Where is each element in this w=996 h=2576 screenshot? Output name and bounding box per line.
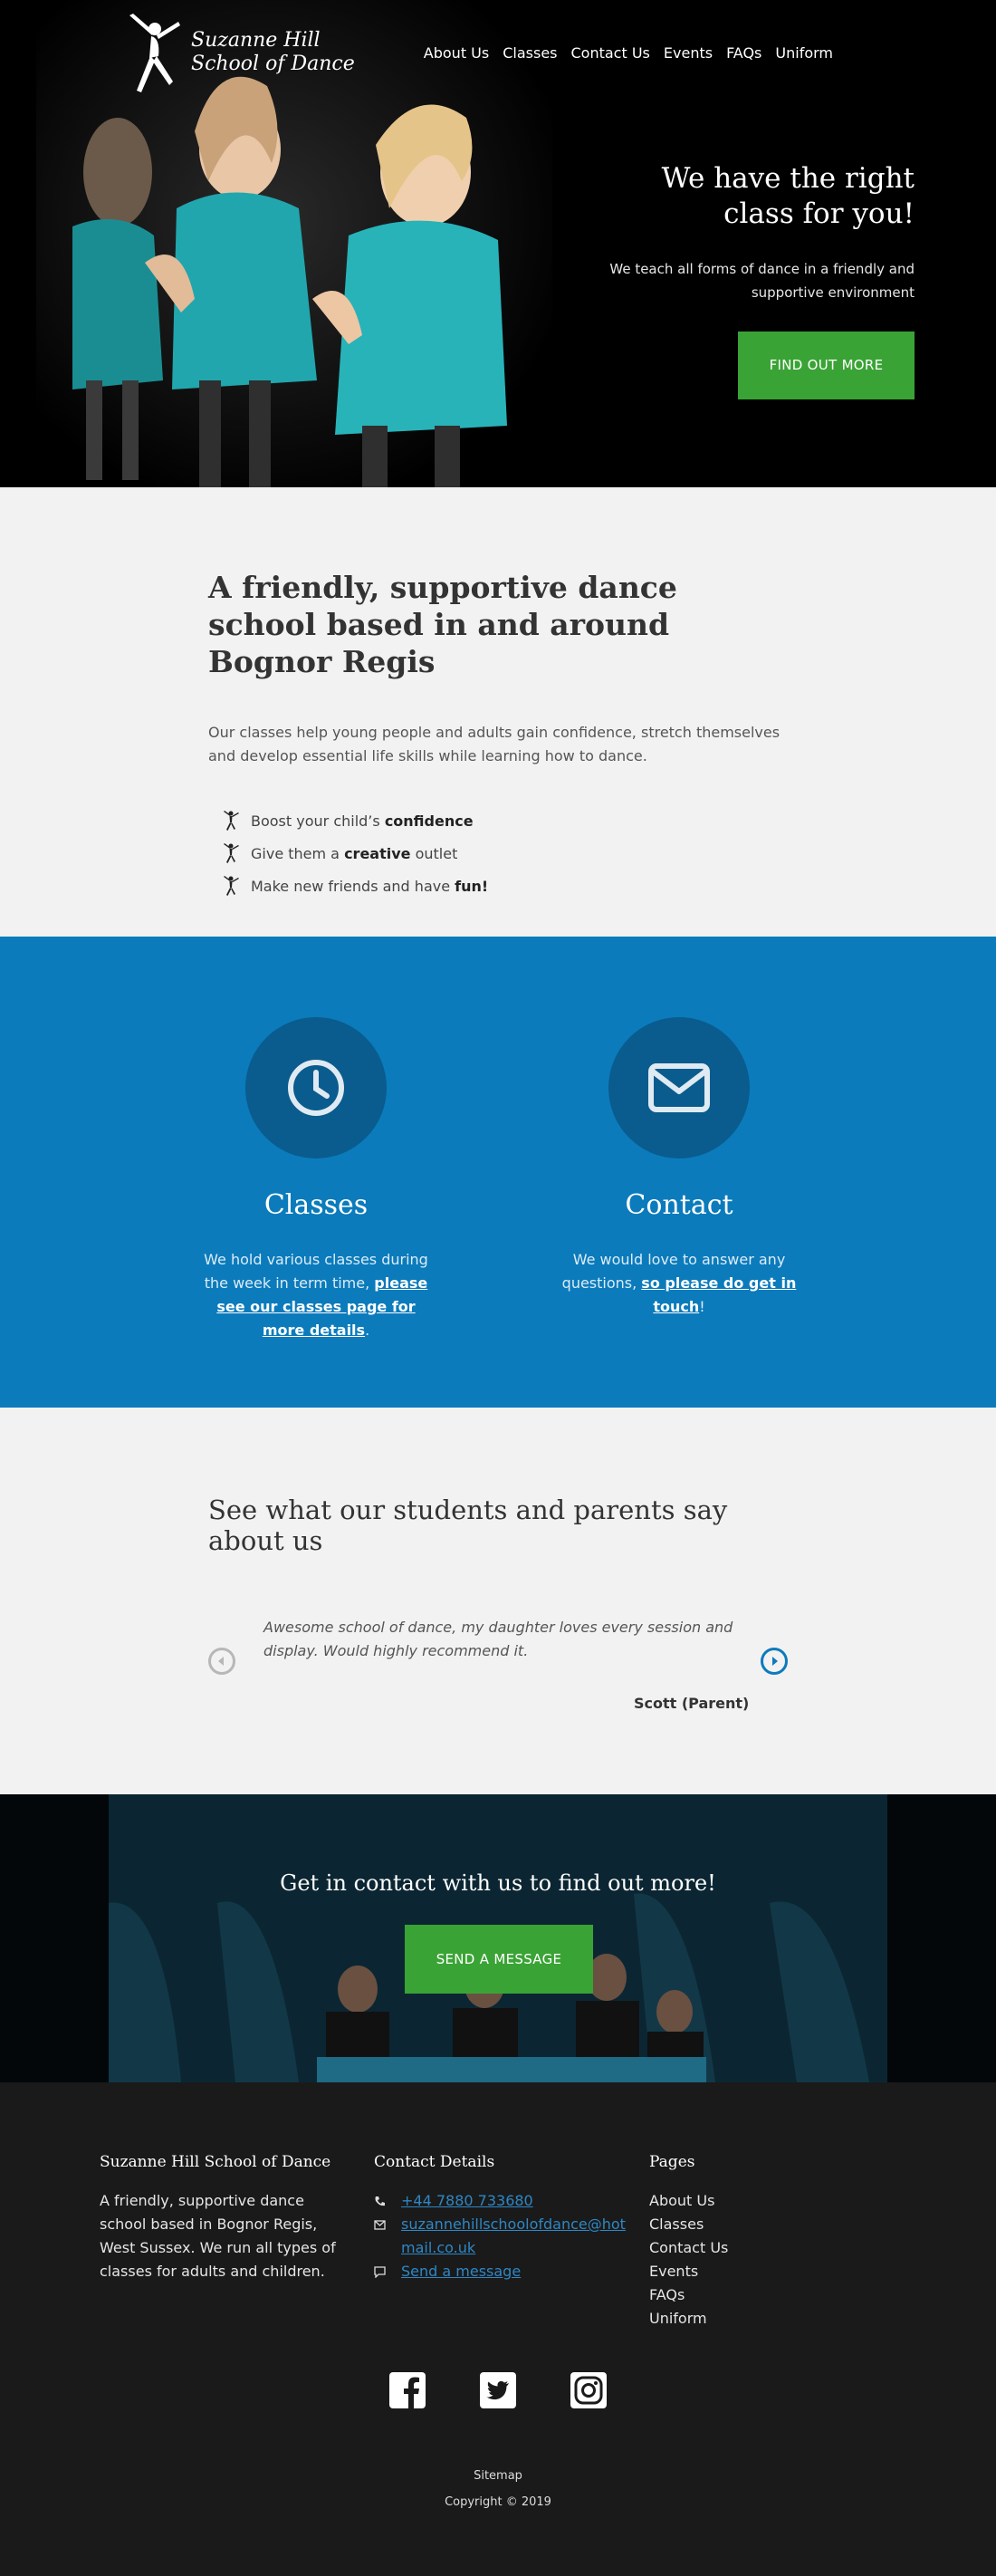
chat-bubble-icon (374, 2260, 388, 2283)
dancer-icon (224, 811, 239, 831)
benefit-text: Boost your child’s confidence (251, 812, 474, 830)
contact-text-tail: ! (699, 1298, 705, 1315)
nav-events[interactable]: Events (664, 44, 713, 62)
dancer-icon (224, 876, 239, 896)
intro-heading: A friendly, supportive dance school base… (208, 570, 677, 679)
social-links (0, 2372, 996, 2408)
site-footer: Suzanne Hill School of Dance A friendly,… (0, 2082, 996, 2576)
footer-link-classes[interactable]: Classes (649, 2213, 830, 2236)
testimonial-quote: Awesome school of dance, my daughter lov… (263, 1619, 733, 1659)
footer-phone-link[interactable]: +44 7880 733680 (401, 2189, 533, 2213)
footer-email-row: suzannehillschoolofdance@hotmail.co.uk (374, 2213, 627, 2260)
copyright-text: Copyright © 2019 (445, 2495, 551, 2509)
hero-section: Suzanne Hill School of Dance About Us Cl… (0, 0, 996, 487)
testimonials-section: See what our students and parents say ab… (0, 1408, 996, 1794)
chevron-left-icon (218, 1657, 224, 1666)
features-section: Classes We hold various classes during t… (0, 937, 996, 1408)
benefit-lead: Boost your child’s (251, 812, 385, 830)
hero-subtitle: We teach all forms of dance in a friendl… (609, 261, 915, 301)
footer-pages-heading: Pages (649, 2153, 695, 2171)
sitemap-link[interactable]: Sitemap (474, 2469, 522, 2483)
footer-phone-row: +44 7880 733680 (374, 2189, 627, 2213)
classes-icon-circle (245, 1017, 387, 1158)
get-in-touch-link[interactable]: so please do get in touch (641, 1274, 796, 1315)
classes-feature: Classes We hold various classes during t… (180, 1017, 452, 1342)
logo-wordmark: Suzanne Hill School of Dance (191, 29, 355, 76)
hero-title: We have the right class for you! (661, 162, 915, 230)
dancer-icon (224, 843, 239, 863)
site-logo[interactable]: Suzanne Hill School of Dance (120, 11, 355, 94)
instagram-icon[interactable] (570, 2372, 607, 2408)
contact-icon-circle (608, 1017, 750, 1158)
testimonial-prev-button[interactable] (208, 1648, 235, 1675)
intro-section: A friendly, supportive dance school base… (0, 487, 996, 937)
footer-contact: Contact Details +44 7880 733680 suzanneh… (374, 2153, 627, 2283)
phone-icon (374, 2189, 388, 2213)
chevron-right-icon (772, 1657, 778, 1666)
find-out-more-button[interactable]: FIND OUT MORE (738, 332, 915, 399)
intro-paragraph: Our classes help young people and adults… (208, 724, 781, 764)
cta-heading: Get in contact with us to find out more! (280, 1870, 716, 1896)
send-message-button[interactable]: SEND A MESSAGE (405, 1925, 593, 1994)
twitter-icon[interactable] (480, 2372, 516, 2408)
footer-link-about-us[interactable]: About Us (649, 2189, 830, 2213)
footer-about-text: A friendly, supportive dance school base… (100, 2192, 336, 2280)
benefit-lead: Give them a (251, 844, 345, 862)
contact-text: We would love to answer any questions, s… (543, 1248, 815, 1319)
footer-link-events[interactable]: Events (649, 2260, 830, 2283)
nav-faqs[interactable]: FAQs (726, 44, 761, 62)
classes-text: We hold various classes during the week … (180, 1248, 452, 1342)
footer-about: Suzanne Hill School of Dance A friendly,… (100, 2153, 344, 2283)
classes-text-tail: . (365, 1322, 370, 1339)
footer-message-row: Send a message (374, 2260, 627, 2283)
logo-line-1: Suzanne Hill (191, 29, 321, 52)
nav-contact-us[interactable]: Contact Us (571, 44, 650, 62)
nav-uniform[interactable]: Uniform (775, 44, 833, 62)
footer-email-link[interactable]: suzannehillschoolofdance@hotmail.co.uk (401, 2213, 627, 2260)
testimonial-next-button[interactable] (761, 1648, 788, 1675)
envelope-icon (374, 2213, 388, 2236)
benefit-item: Give them a creative outlet (222, 837, 996, 870)
footer-link-uniform[interactable]: Uniform (649, 2307, 830, 2331)
benefit-item: Make new friends and have fun! (222, 870, 996, 902)
logo-line-2: School of Dance (191, 53, 355, 75)
main-nav: About Us Classes Contact Us Events FAQs … (424, 44, 833, 62)
footer-legal: Sitemap Copyright © 2019 (0, 2463, 996, 2515)
benefit-emphasis: creative (344, 844, 411, 862)
benefit-emphasis: confidence (384, 812, 474, 830)
facebook-icon[interactable] (389, 2372, 426, 2408)
hero-copy: We have the right class for you! We teac… (589, 161, 915, 399)
contact-title: Contact (625, 1189, 733, 1221)
nav-about-us[interactable]: About Us (424, 44, 489, 62)
testimonials-heading: See what our students and parents say ab… (208, 1495, 728, 1556)
cta-section: Get in contact with us to find out more!… (0, 1794, 996, 2082)
benefit-item: Boost your child’s confidence (222, 804, 996, 837)
benefit-text: Make new friends and have fun! (251, 878, 488, 895)
benefit-text: Give them a creative outlet (251, 845, 457, 862)
envelope-icon (648, 1063, 710, 1112)
footer-send-message-link[interactable]: Send a message (401, 2260, 521, 2283)
footer-pages: Pages About Us Classes Contact Us Events… (649, 2153, 830, 2331)
benefits-list: Boost your child’s confidence Give them … (222, 804, 996, 902)
contact-feature: Contact We would love to answer any ques… (543, 1017, 815, 1319)
testimonial-author: Scott (Parent) (634, 1695, 750, 1712)
footer-link-faqs[interactable]: FAQs (649, 2283, 830, 2307)
classes-title: Classes (263, 1189, 369, 1221)
nav-classes[interactable]: Classes (503, 44, 557, 62)
footer-contact-heading: Contact Details (374, 2153, 495, 2171)
benefit-emphasis: fun! (455, 877, 489, 895)
footer-link-contact-us[interactable]: Contact Us (649, 2236, 830, 2260)
clock-icon (288, 1060, 344, 1116)
benefit-tail: outlet (410, 844, 458, 862)
footer-about-heading: Suzanne Hill School of Dance (100, 2153, 331, 2171)
benefit-lead: Make new friends and have (251, 877, 455, 895)
dancer-logo-icon (129, 14, 180, 92)
